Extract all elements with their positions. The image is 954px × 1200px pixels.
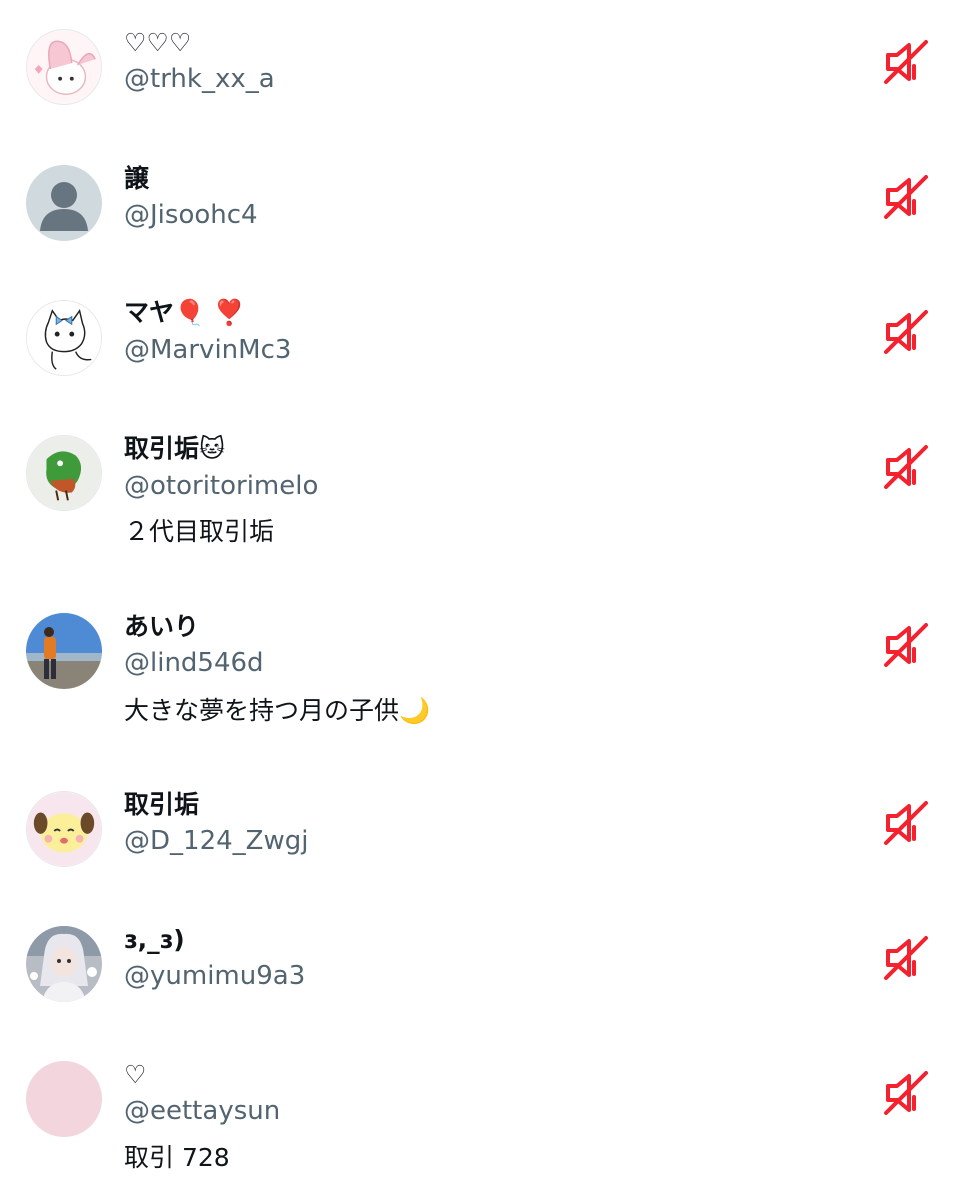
avatar[interactable] — [26, 613, 102, 689]
user-bio: 取引 728 — [124, 1143, 230, 1172]
unmute-button[interactable] — [880, 36, 932, 88]
username-handle: @eettaysun — [124, 1096, 281, 1126]
unmute-button[interactable] — [880, 171, 932, 223]
unmute-button[interactable] — [880, 619, 932, 671]
muted-speaker-icon — [884, 310, 928, 354]
avatar[interactable] — [26, 926, 102, 1002]
muted-speaker-icon — [884, 445, 928, 489]
user-bio: ２代目取引垢 — [124, 517, 275, 546]
username-handle: @otoritorimelo — [124, 471, 319, 501]
unmute-button[interactable] — [880, 306, 932, 358]
muted-speaker-icon — [884, 40, 928, 84]
unmute-button[interactable] — [880, 797, 932, 849]
unmute-button[interactable] — [880, 441, 932, 493]
display-name: ♡ — [124, 1060, 147, 1089]
avatar[interactable] — [26, 300, 102, 376]
username-handle: @yumimu9a3 — [124, 961, 306, 991]
display-name: 取引垢 — [124, 790, 200, 819]
username-handle: @MarvinMc3 — [124, 335, 292, 365]
avatar[interactable] — [26, 1061, 102, 1137]
muted-speaker-icon — [884, 623, 928, 667]
display-name: ɜ,_ɜ) — [124, 925, 185, 954]
avatar[interactable] — [26, 435, 102, 511]
username-handle: @trhk_xx_a — [124, 64, 275, 94]
display-name: 譲 — [124, 164, 150, 193]
muted-speaker-icon — [884, 801, 928, 845]
username-handle: @lind546d — [124, 648, 264, 678]
muted-speaker-icon — [884, 175, 928, 219]
unmute-button[interactable] — [880, 1067, 932, 1119]
display-name: 取引垢🐱 — [124, 434, 226, 463]
avatar[interactable] — [26, 791, 102, 867]
username-handle: @Jisoohc4 — [124, 200, 258, 230]
muted-speaker-icon — [884, 936, 928, 980]
display-name: ♡♡♡ — [124, 28, 192, 57]
display-name: マヤ🎈 ❣️ — [124, 298, 245, 327]
avatar[interactable] — [26, 29, 102, 105]
muted-speaker-icon — [884, 1071, 928, 1115]
avatar[interactable] — [26, 165, 102, 241]
display-name: あいり — [124, 612, 200, 641]
username-handle: @D_124_Zwgj — [124, 826, 309, 856]
unmute-button[interactable] — [880, 932, 932, 984]
user-bio: 大きな夢を持つ月の子供🌙 — [124, 696, 431, 725]
